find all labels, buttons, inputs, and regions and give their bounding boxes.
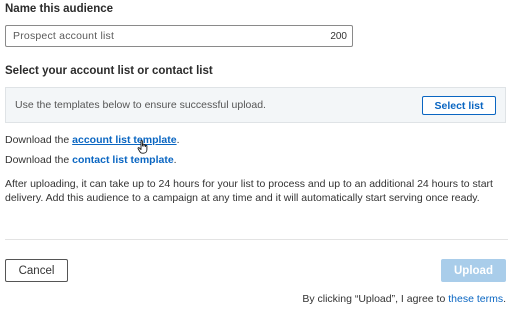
terms-link[interactable]: these terms [448,293,503,305]
template-hint: Use the templates below to ensure succes… [15,99,266,111]
account-template-prefix: Download the [5,134,73,146]
hand-pointer-icon [137,140,148,154]
audience-name-input[interactable]: Prospect account list 200 [5,25,353,47]
divider [5,239,508,240]
audience-name-value: Prospect account list [13,30,115,42]
processing-info-text: After uploading, it can take up to 24 ho… [5,178,493,205]
character-count: 200 [330,30,347,42]
account-template-suffix: . [176,134,180,146]
template-info-box: Use the templates below to ensure succes… [5,87,506,123]
upload-button[interactable]: Upload [441,259,506,282]
name-audience-label: Name this audience [5,3,114,15]
contact-list-template-link[interactable]: contact list template [72,154,174,166]
audience-upload-form: Name this audience Prospect account list… [0,0,518,314]
select-list-button[interactable]: Select list [422,96,496,115]
account-template-line: Download the account list template. [5,134,180,146]
select-list-label: Select your account list or contact list [5,65,213,77]
terms-agreement-text: By clicking “Upload”, I agree to these t… [302,293,506,305]
contact-template-line: Download the contact list template. [5,154,177,166]
contact-template-prefix: Download the [5,154,73,166]
cancel-button[interactable]: Cancel [5,259,68,282]
terms-prefix: By clicking “Upload”, I agree to [302,293,449,305]
terms-suffix: . [503,293,506,305]
contact-template-suffix: . [173,154,177,166]
account-list-template-link[interactable]: account list template [72,134,176,146]
